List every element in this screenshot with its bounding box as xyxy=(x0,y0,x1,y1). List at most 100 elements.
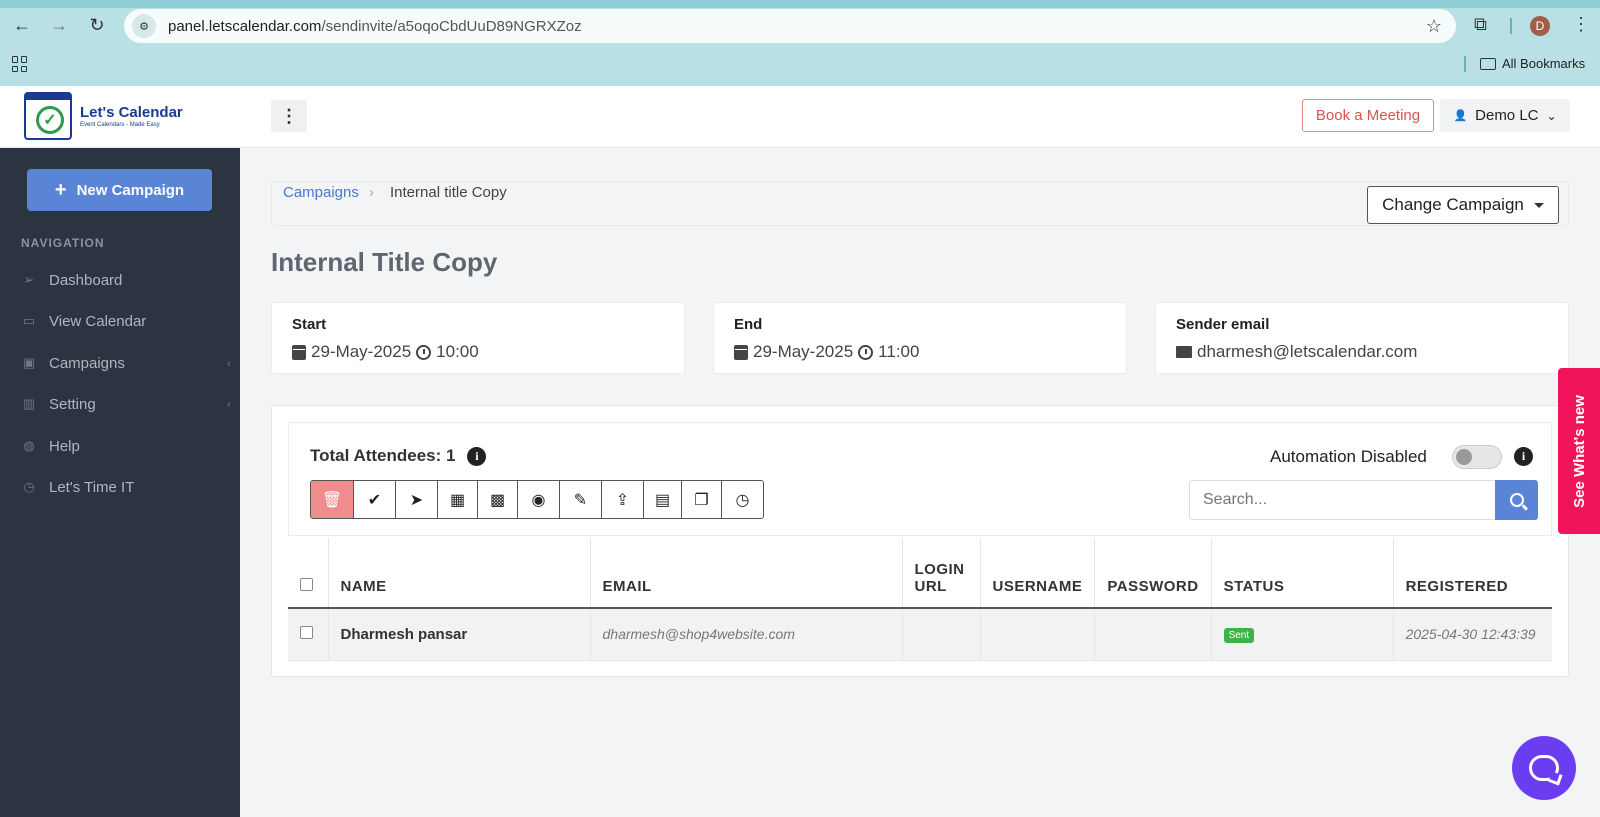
export-excel-button[interactable]: ▤ xyxy=(643,481,681,518)
approve-button[interactable]: ✔ xyxy=(353,481,395,518)
sidebar-item-label: Dashboard xyxy=(49,271,123,289)
page-title: Internal Title Copy xyxy=(271,247,498,277)
sender-email: dharmesh@letscalendar.com xyxy=(1197,342,1418,361)
bookmark-star-icon[interactable]: ☆ xyxy=(1426,16,1442,37)
browser-chrome: ← → ↻ ⚙ panel.letscalendar.com/sendinvit… xyxy=(0,0,1600,86)
clock-icon: ◷ xyxy=(23,479,35,494)
header-login-url-line1: LOGIN xyxy=(914,561,965,578)
whats-new-tab[interactable]: See What's new xyxy=(1558,368,1600,534)
search-icon xyxy=(1509,493,1524,507)
sidebar-item-view-calendar[interactable]: ▭ View Calendar xyxy=(21,306,231,336)
toolbar-divider xyxy=(1510,18,1512,34)
sidebar-item-setting[interactable]: ▥ Setting ‹ xyxy=(21,389,231,419)
remove-calendar-button[interactable]: ▩ xyxy=(477,481,517,518)
book-icon: ▣ xyxy=(22,355,36,370)
user-menu-button[interactable]: 👤 Demo LC ⌄ xyxy=(1440,99,1570,132)
plus-icon: + xyxy=(54,178,67,201)
chat-widget-button[interactable] xyxy=(1512,736,1576,800)
attendee-name: Dharmesh pansar xyxy=(328,608,591,661)
chevron-left-icon: ‹ xyxy=(227,397,231,411)
end-value: 29-May-2025 11:00 xyxy=(734,342,919,362)
extensions-icon[interactable]: ⧉ xyxy=(1474,14,1487,35)
copy-button[interactable]: ❐ xyxy=(681,481,721,518)
browser-menu-icon[interactable]: ⋮ xyxy=(1572,14,1590,35)
search-input[interactable] xyxy=(1189,480,1497,520)
change-campaign-button[interactable]: Change Campaign xyxy=(1367,186,1559,224)
header-login-url[interactable]: LOGIN URL xyxy=(902,538,981,609)
calendar-logo-icon: ✓ xyxy=(24,92,72,140)
automation-toggle[interactable] xyxy=(1452,445,1502,469)
tab-strip xyxy=(0,0,1600,8)
folder-icon xyxy=(1480,57,1496,70)
logo[interactable]: ✓ Let's Calendar Event Calendars - Made … xyxy=(24,92,183,140)
chevron-left-icon: ‹ xyxy=(227,356,231,370)
attendee-password xyxy=(1094,608,1212,661)
all-bookmarks-label: All Bookmarks xyxy=(1502,56,1586,71)
header-login-url-line2: URL xyxy=(914,578,947,595)
upload-icon: ⇪ xyxy=(615,491,630,509)
calendar-plus-icon: ▦ xyxy=(449,491,466,509)
trash-icon: 🗑 xyxy=(321,491,343,509)
bulk-action-toolbar: 🗑 ✔ ➤ ▦ ▩ ◉ ✎ ⇪ ▤ ❐ ◷ xyxy=(310,480,764,519)
header-password[interactable]: PASSWORD xyxy=(1094,538,1212,609)
attendees-table: NAME EMAIL LOGIN URL USERNAME PASSWORD S… xyxy=(288,538,1552,661)
table-row[interactable]: Dharmesh pansar dharmesh@shop4website.co… xyxy=(288,608,1552,661)
new-campaign-button[interactable]: + New Campaign xyxy=(27,169,212,211)
header-status[interactable]: STATUS xyxy=(1211,538,1394,609)
reload-icon[interactable]: ↻ xyxy=(84,12,110,38)
start-value: 29-May-2025 10:00 xyxy=(292,342,479,362)
edit-button[interactable]: ✎ xyxy=(559,481,601,518)
envelope-icon xyxy=(1176,346,1192,358)
automation-info[interactable]: i xyxy=(1514,447,1533,466)
sidebar-item-label: Campaigns xyxy=(49,354,125,372)
row-checkbox[interactable] xyxy=(300,625,313,639)
address-bar[interactable]: ⚙ panel.letscalendar.com/sendinvite/a5oq… xyxy=(124,9,1456,43)
search-button[interactable] xyxy=(1495,480,1538,520)
breadcrumb-campaigns-link[interactable]: Campaigns xyxy=(283,184,359,201)
book-meeting-button[interactable]: Book a Meeting xyxy=(1302,99,1434,132)
sidebar-item-help[interactable]: ◍ Help xyxy=(21,431,231,461)
clock-icon: ◷ xyxy=(735,491,750,509)
calendar-icon xyxy=(734,344,748,360)
sidebar-item-dashboard[interactable]: ➢ Dashboard xyxy=(21,265,231,295)
start-card: Start 29-May-2025 10:00 xyxy=(271,302,685,374)
clock-icon xyxy=(416,344,432,360)
select-all-checkbox[interactable] xyxy=(300,578,313,591)
history-button[interactable]: ◷ xyxy=(721,481,763,518)
sidebar-item-label: Help xyxy=(49,437,80,455)
whats-new-label: See What's new xyxy=(1570,394,1588,508)
map-icon: ▥ xyxy=(22,396,36,411)
excel-icon: ▤ xyxy=(654,491,671,509)
stop-icon: ◉ xyxy=(531,491,546,509)
bookmarks-divider xyxy=(1464,56,1466,72)
attendee-login-url xyxy=(902,608,981,661)
stop-button[interactable]: ◉ xyxy=(517,481,559,518)
breadcrumb-separator-icon: › xyxy=(369,184,374,201)
header-email[interactable]: EMAIL xyxy=(590,538,903,609)
sidebar-item-label: View Calendar xyxy=(49,312,147,330)
row-select-cell xyxy=(288,608,329,661)
select-all-cell xyxy=(288,538,329,609)
info-icon[interactable]: i xyxy=(467,446,487,466)
forward-icon[interactable]: → xyxy=(46,12,72,38)
sidebar: + New Campaign NAVIGATION ➢ Dashboard ▭ … xyxy=(0,148,240,817)
sidebar-item-lets-time-it[interactable]: ◷ Let's Time IT xyxy=(21,472,231,502)
total-attendees: Total Attendees: 1 i xyxy=(310,446,487,466)
add-calendar-button[interactable]: ▦ xyxy=(437,481,477,518)
all-bookmarks[interactable]: All Bookmarks xyxy=(1480,56,1585,71)
calendar-icon xyxy=(292,344,306,360)
header-registered[interactable]: REGISTERED xyxy=(1393,538,1552,609)
header-username[interactable]: USERNAME xyxy=(980,538,1096,609)
profile-avatar[interactable]: D xyxy=(1530,16,1550,36)
sidebar-toggle-button[interactable]: ⋮ xyxy=(271,100,307,132)
apps-grid-icon[interactable] xyxy=(12,56,28,72)
status-badge: Sent xyxy=(1223,628,1255,644)
sidebar-item-campaigns[interactable]: ▣ Campaigns ‹ xyxy=(21,348,231,378)
send-invite-button[interactable]: ➤ xyxy=(395,481,437,518)
site-info-icon[interactable]: ⚙ xyxy=(132,14,156,38)
header-name[interactable]: NAME xyxy=(328,538,591,609)
back-icon[interactable]: ← xyxy=(9,12,35,38)
end-time: 11:00 xyxy=(878,342,920,361)
upload-button[interactable]: ⇪ xyxy=(601,481,643,518)
delete-button[interactable]: 🗑 xyxy=(311,481,353,518)
